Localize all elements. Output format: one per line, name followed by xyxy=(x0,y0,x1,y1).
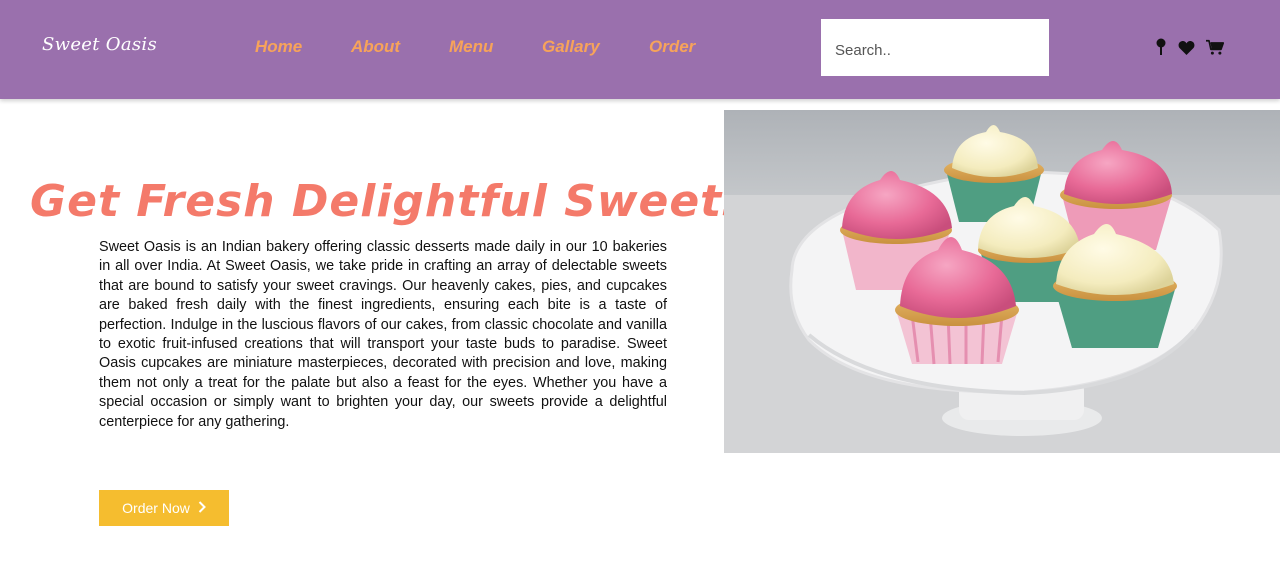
hero-title: Get Fresh Delightful Sweets xyxy=(30,176,750,227)
nav-order[interactable]: Order xyxy=(649,37,695,57)
map-pin-icon[interactable] xyxy=(1152,38,1170,56)
nav-gallery[interactable]: Gallary xyxy=(542,37,600,57)
nav-about[interactable]: About xyxy=(351,37,400,57)
chevron-right-icon xyxy=(198,500,206,516)
nav-menu[interactable]: Menu xyxy=(449,37,493,57)
hero-cupcakes-image xyxy=(724,110,1280,453)
search-input[interactable] xyxy=(827,30,1035,70)
hero-description: Sweet Oasis is an Indian bakery offering… xyxy=(99,239,667,430)
heart-icon[interactable] xyxy=(1177,38,1195,56)
order-now-label: Order Now xyxy=(122,500,190,516)
search-box xyxy=(821,19,1049,76)
site-logo[interactable]: Sweet Oasis xyxy=(42,34,157,55)
nav-home[interactable]: Home xyxy=(255,37,302,57)
order-now-button[interactable]: Order Now xyxy=(99,490,229,526)
site-header: Sweet Oasis Home About Menu Gallary Orde… xyxy=(0,0,1280,99)
cart-icon[interactable] xyxy=(1206,38,1224,56)
